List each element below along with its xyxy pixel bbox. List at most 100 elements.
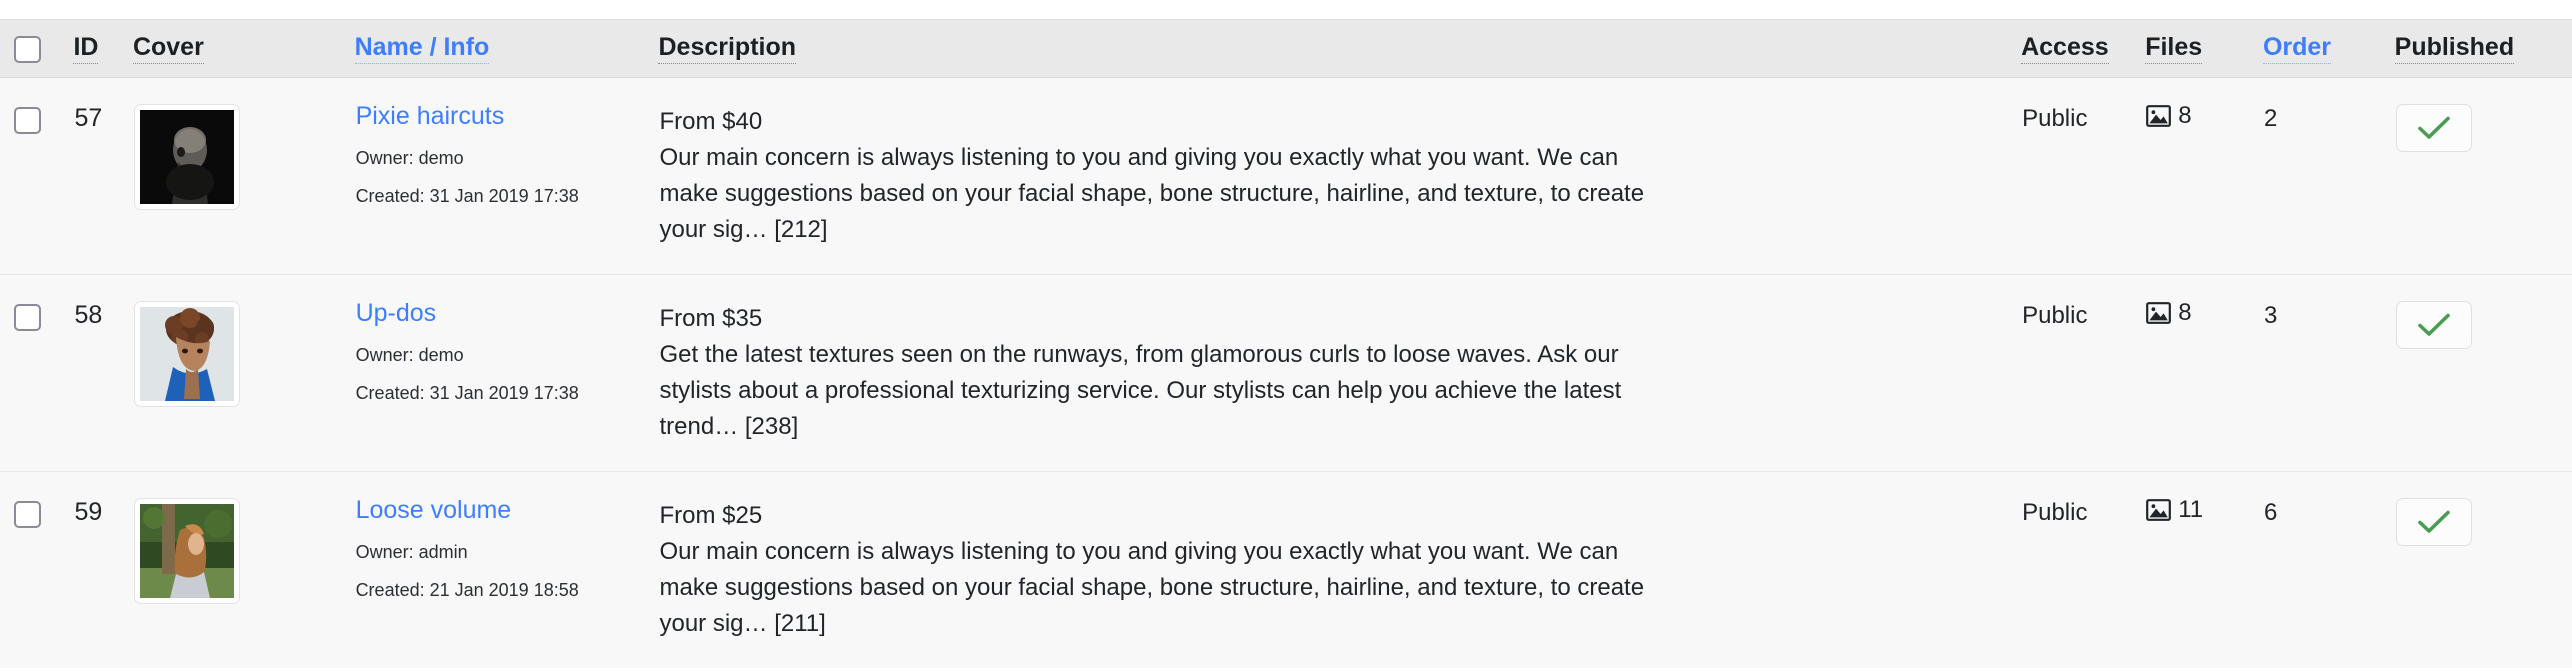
row-id: 59 xyxy=(74,498,103,526)
table-header: ID Cover Name / Info Description Access … xyxy=(0,19,2572,78)
items-table: ID Cover Name / Info Description Access … xyxy=(0,19,2572,668)
header-name[interactable]: Name / Info xyxy=(354,19,659,78)
table-row: 59 Loose volume Owner: admin Created: 21 Ja… xyxy=(0,471,2572,668)
header-cover[interactable]: Cover xyxy=(132,19,355,78)
row-select-cell xyxy=(0,274,74,472)
item-description: From $40 Our main concern is always liste… xyxy=(659,104,1669,248)
item-access: Public xyxy=(2022,302,2088,329)
header-files-label[interactable]: Files xyxy=(2145,34,2203,64)
table-row: 57 Pixie haircuts Owner: demo Created: 31 J… xyxy=(0,77,2572,275)
header-id[interactable]: ID xyxy=(73,19,133,78)
picture-icon xyxy=(2146,105,2172,127)
cover-image xyxy=(139,504,234,598)
row-access-cell: Public xyxy=(2021,471,2146,668)
row-id: 58 xyxy=(74,301,103,329)
item-price: From $35 xyxy=(659,305,763,332)
row-select-cell xyxy=(0,77,74,275)
item-created: Created: 31 Jan 2019 17:38 xyxy=(355,186,579,206)
check-icon xyxy=(2417,115,2451,141)
item-name-link[interactable]: Up-dos xyxy=(356,301,658,326)
row-files-cell: 11 xyxy=(2145,471,2263,668)
item-description-text: Our main concern is always listening to … xyxy=(659,538,1645,637)
header-description[interactable]: Description xyxy=(658,19,2022,78)
row-checkbox[interactable] xyxy=(14,501,41,528)
row-published-cell xyxy=(2394,274,2572,472)
header-select-all xyxy=(0,19,74,78)
row-description-cell: From $35 Get the latest textures seen on … xyxy=(658,274,2022,472)
picture-icon xyxy=(2146,499,2172,521)
item-files: 8 xyxy=(2146,301,2262,325)
header-published-label[interactable]: Published xyxy=(2394,34,2515,64)
row-name-cell: Pixie haircuts Owner: demo Created: 31 Jan… xyxy=(354,77,659,275)
header-name-label[interactable]: Name / Info xyxy=(354,34,490,64)
row-id-cell: 58 xyxy=(73,274,133,472)
cover-thumbnail[interactable] xyxy=(133,301,240,407)
check-icon xyxy=(2417,509,2451,535)
item-description: From $35 Get the latest textures seen on … xyxy=(659,301,1669,445)
row-cover-cell xyxy=(132,274,355,472)
header-order-label[interactable]: Order xyxy=(2262,34,2332,64)
row-cover-cell xyxy=(132,77,355,275)
cover-thumbnail[interactable] xyxy=(133,498,240,604)
item-name-link[interactable]: Loose volume xyxy=(356,498,658,523)
cover-thumbnail[interactable] xyxy=(133,104,240,210)
table-row: 58 Up-dos Owner: demo Created: 31 Jan 2019 … xyxy=(0,274,2572,472)
published-toggle-button[interactable] xyxy=(2395,498,2472,546)
item-owner: Owner: demo xyxy=(355,148,464,168)
header-description-label[interactable]: Description xyxy=(658,34,797,64)
datagrid-container: ID Cover Name / Info Description Access … xyxy=(0,0,2572,668)
item-files-count: 8 xyxy=(2178,299,2192,326)
item-description-text: Get the latest textures seen on the runw… xyxy=(659,341,1622,440)
header-order[interactable]: Order xyxy=(2262,19,2395,78)
item-owner: Owner: demo xyxy=(355,345,464,365)
item-order: 3 xyxy=(2263,302,2278,329)
row-checkbox[interactable] xyxy=(14,304,41,331)
header-access[interactable]: Access xyxy=(2021,19,2146,78)
header-cover-label[interactable]: Cover xyxy=(132,34,204,64)
item-files-count: 8 xyxy=(2178,102,2192,129)
cover-image xyxy=(139,110,234,204)
header-access-label[interactable]: Access xyxy=(2021,34,2109,64)
item-access: Public xyxy=(2022,105,2088,132)
item-files: 11 xyxy=(2146,498,2262,522)
published-toggle-button[interactable] xyxy=(2395,301,2472,349)
row-name-cell: Loose volume Owner: admin Created: 21 Jan … xyxy=(354,471,659,668)
row-id-cell: 59 xyxy=(73,471,133,668)
item-created: Created: 21 Jan 2019 18:58 xyxy=(355,580,579,600)
row-id-cell: 57 xyxy=(73,77,133,275)
select-all-checkbox[interactable] xyxy=(14,36,41,63)
row-files-cell: 8 xyxy=(2145,274,2263,472)
header-published[interactable]: Published xyxy=(2394,19,2572,78)
item-price: From $40 xyxy=(659,108,763,135)
item-name-link[interactable]: Pixie haircuts xyxy=(356,104,658,129)
published-toggle-button[interactable] xyxy=(2395,104,2472,152)
row-access-cell: Public xyxy=(2021,77,2146,275)
row-access-cell: Public xyxy=(2021,274,2146,472)
item-description: From $25 Our main concern is always liste… xyxy=(659,498,1669,642)
check-icon xyxy=(2417,312,2451,338)
item-order: 2 xyxy=(2263,105,2278,132)
item-order: 6 xyxy=(2263,499,2278,526)
table-body: 57 Pixie haircuts Owner: demo Created: 31 J… xyxy=(0,77,2572,668)
item-description-text: Our main concern is always listening to … xyxy=(659,144,1645,243)
row-cover-cell xyxy=(132,471,355,668)
row-description-cell: From $40 Our main concern is always liste… xyxy=(658,77,2022,275)
row-select-cell xyxy=(0,471,74,668)
item-files-count: 11 xyxy=(2178,496,2204,523)
row-order-cell: 2 xyxy=(2262,77,2395,275)
item-price: From $25 xyxy=(659,502,763,529)
row-description-cell: From $25 Our main concern is always liste… xyxy=(658,471,2022,668)
row-order-cell: 6 xyxy=(2262,471,2395,668)
row-files-cell: 8 xyxy=(2145,77,2263,275)
item-access: Public xyxy=(2022,499,2088,526)
item-created: Created: 31 Jan 2019 17:38 xyxy=(355,383,579,403)
header-files[interactable]: Files xyxy=(2145,19,2263,78)
item-files: 8 xyxy=(2146,104,2262,128)
row-published-cell xyxy=(2394,77,2572,275)
picture-icon xyxy=(2146,302,2172,324)
row-order-cell: 3 xyxy=(2262,274,2395,472)
row-checkbox[interactable] xyxy=(14,107,41,134)
row-name-cell: Up-dos Owner: demo Created: 31 Jan 2019 17… xyxy=(354,274,659,472)
cover-image xyxy=(139,307,234,401)
header-id-label[interactable]: ID xyxy=(73,34,99,64)
